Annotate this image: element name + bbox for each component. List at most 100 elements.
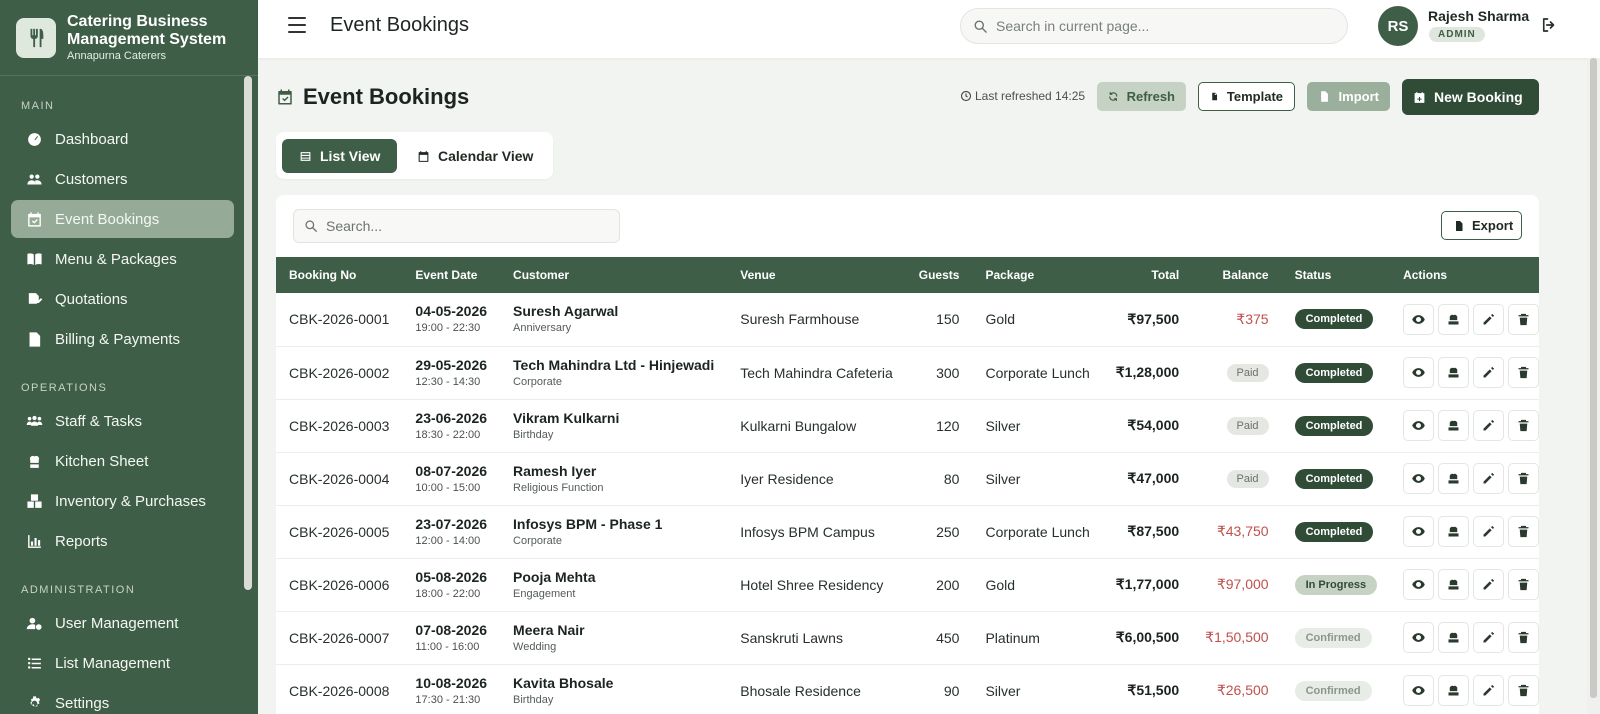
search-icon (305, 220, 317, 232)
edit-button[interactable] (1473, 569, 1505, 600)
sidebar-item-inventory-purchases[interactable]: Inventory & Purchases (11, 482, 234, 520)
new-booking-button[interactable]: New Booking (1402, 79, 1539, 115)
col-package[interactable]: Package (972, 257, 1102, 293)
sidebar-scrollbar[interactable] (244, 76, 252, 590)
sidebar-item-kitchen-sheet[interactable]: Kitchen Sheet (11, 442, 234, 480)
view-button[interactable] (1403, 410, 1435, 441)
table-row[interactable]: CBK-2026-0001 04-05-2026 19:00 - 22:30 Su… (276, 293, 1539, 346)
kitchen-sheet-button[interactable] (1438, 303, 1470, 335)
edit-button[interactable] (1473, 622, 1505, 653)
table-row[interactable]: CBK-2026-0002 29-05-2026 12:30 - 14:30 Te… (276, 346, 1539, 399)
kitchen-sheet-button[interactable] (1438, 516, 1470, 547)
tab-calendar-view[interactable]: Calendar View (400, 139, 550, 173)
col-actions: Actions (1403, 268, 1448, 282)
col-status[interactable]: Status (1282, 257, 1391, 293)
booking-no[interactable]: CBK-2026-0004 (276, 452, 402, 505)
sidebar-item-staff-tasks[interactable]: Staff & Tasks (11, 402, 234, 440)
delete-button[interactable] (1508, 303, 1539, 335)
delete-button[interactable] (1508, 463, 1539, 494)
delete-button[interactable] (1508, 516, 1539, 547)
view-button[interactable] (1403, 516, 1435, 547)
delete-button[interactable] (1508, 675, 1539, 706)
col-total[interactable]: Total (1103, 257, 1192, 293)
guests: 90 (943, 682, 960, 699)
edit-button[interactable] (1473, 303, 1505, 335)
template-button[interactable]: Template (1198, 82, 1295, 111)
table-row[interactable]: CBK-2026-0004 08-07-2026 10:00 - 15:00 Ra… (276, 452, 1539, 505)
edit-button[interactable] (1473, 463, 1505, 494)
refresh-button[interactable]: Refresh (1097, 82, 1186, 111)
event-date: 23-06-2026 (415, 409, 488, 426)
sidebar-item-customers[interactable]: Customers (11, 160, 234, 198)
view-button[interactable] (1403, 357, 1435, 388)
col-customer[interactable]: Customer (500, 257, 727, 293)
sidebar-item-event-bookings[interactable]: Event Bookings (11, 200, 234, 238)
delete-button[interactable] (1508, 357, 1539, 388)
status-badge: Completed (1294, 468, 1374, 489)
import-button[interactable]: Import (1307, 82, 1390, 111)
global-search-input[interactable] (996, 18, 1326, 34)
table-body: CBK-2026-0001 04-05-2026 19:00 - 22:30 Su… (276, 293, 1539, 714)
event-date-cell: 29-05-2026 12:30 - 14:30 (402, 346, 500, 399)
status-cell: Completed (1282, 452, 1391, 505)
brand[interactable]: Catering Business Management System Anna… (0, 0, 258, 76)
table-search-input[interactable] (326, 218, 606, 234)
sidebar-item-dashboard[interactable]: Dashboard (11, 120, 234, 158)
table-row[interactable]: CBK-2026-0006 05-08-2026 18:00 - 22:00 Po… (276, 558, 1539, 611)
view-button[interactable] (1403, 622, 1435, 653)
table-row[interactable]: CBK-2026-0007 07-08-2026 11:00 - 16:00 Me… (276, 611, 1539, 664)
kitchen-sheet-button[interactable] (1438, 357, 1470, 388)
status-cell: Confirmed (1282, 611, 1391, 664)
booking-no[interactable]: CBK-2026-0001 (276, 293, 402, 346)
col-venue[interactable]: Venue (727, 257, 906, 293)
sidebar-item-list-management[interactable]: List Management (11, 644, 234, 682)
booking-no[interactable]: CBK-2026-0007 (276, 611, 402, 664)
booking-no[interactable]: CBK-2026-0005 (276, 505, 402, 558)
delete-icon (1518, 419, 1529, 432)
view-button[interactable] (1403, 569, 1435, 600)
sidebar-item-menu-packages[interactable]: Menu & Packages (11, 240, 234, 278)
menu-toggle-icon[interactable] (288, 17, 306, 33)
booking-no[interactable]: CBK-2026-0003 (276, 399, 402, 452)
kitchen-sheet-button[interactable] (1438, 410, 1470, 441)
sidebar-item-quotations[interactable]: Quotations (11, 280, 234, 318)
edit-button[interactable] (1473, 410, 1505, 441)
view-button[interactable] (1403, 675, 1435, 706)
tab-list-view[interactable]: List View (282, 139, 398, 173)
booking-no[interactable]: CBK-2026-0002 (276, 346, 402, 399)
view-button[interactable] (1403, 303, 1435, 335)
avatar[interactable]: RS (1378, 6, 1418, 46)
logout-icon[interactable] (1540, 16, 1558, 34)
col-event-date[interactable]: Event Date (402, 257, 500, 293)
table-row[interactable]: CBK-2026-0008 10-08-2026 17:30 - 21:30 Ka… (276, 664, 1539, 714)
sidebar-item-billing-payments[interactable]: Billing & Payments (11, 320, 234, 358)
sidebar-item-settings[interactable]: Settings (11, 684, 234, 714)
table-row[interactable]: CBK-2026-0003 23-06-2026 18:30 - 22:00 Vi… (276, 399, 1539, 452)
kitchen-sheet-icon (1448, 367, 1459, 378)
col-balance[interactable]: Balance (1192, 257, 1281, 293)
view-button[interactable] (1403, 463, 1435, 494)
edit-button[interactable] (1473, 516, 1505, 547)
col-guests[interactable]: Guests (906, 257, 973, 293)
sidebar-item-reports[interactable]: Reports (11, 522, 234, 560)
kitchen-sheet-button[interactable] (1438, 463, 1470, 494)
kitchen-sheet-button[interactable] (1438, 675, 1470, 706)
table-icon (300, 151, 311, 161)
page-scrollbar[interactable] (1587, 58, 1600, 714)
kitchen-sheet-button[interactable] (1438, 622, 1470, 653)
booking-no[interactable]: CBK-2026-0006 (276, 558, 402, 611)
delete-button[interactable] (1508, 569, 1539, 600)
col-booking-no[interactable]: Booking No (276, 257, 402, 293)
edit-button[interactable] (1473, 357, 1505, 388)
export-button[interactable]: Export (1441, 211, 1522, 240)
edit-button[interactable] (1473, 675, 1505, 706)
delete-button[interactable] (1508, 622, 1539, 653)
kitchen-sheet-icon (1448, 314, 1459, 325)
kitchen-sheet-button[interactable] (1438, 569, 1470, 600)
edit-icon (1483, 578, 1495, 590)
sidebar-item-label: Kitchen Sheet (55, 452, 149, 470)
sidebar-item-user-management[interactable]: User Management (11, 604, 234, 642)
booking-no[interactable]: CBK-2026-0008 (276, 664, 402, 714)
table-row[interactable]: CBK-2026-0005 23-07-2026 12:00 - 14:00 In… (276, 505, 1539, 558)
delete-button[interactable] (1508, 410, 1539, 441)
